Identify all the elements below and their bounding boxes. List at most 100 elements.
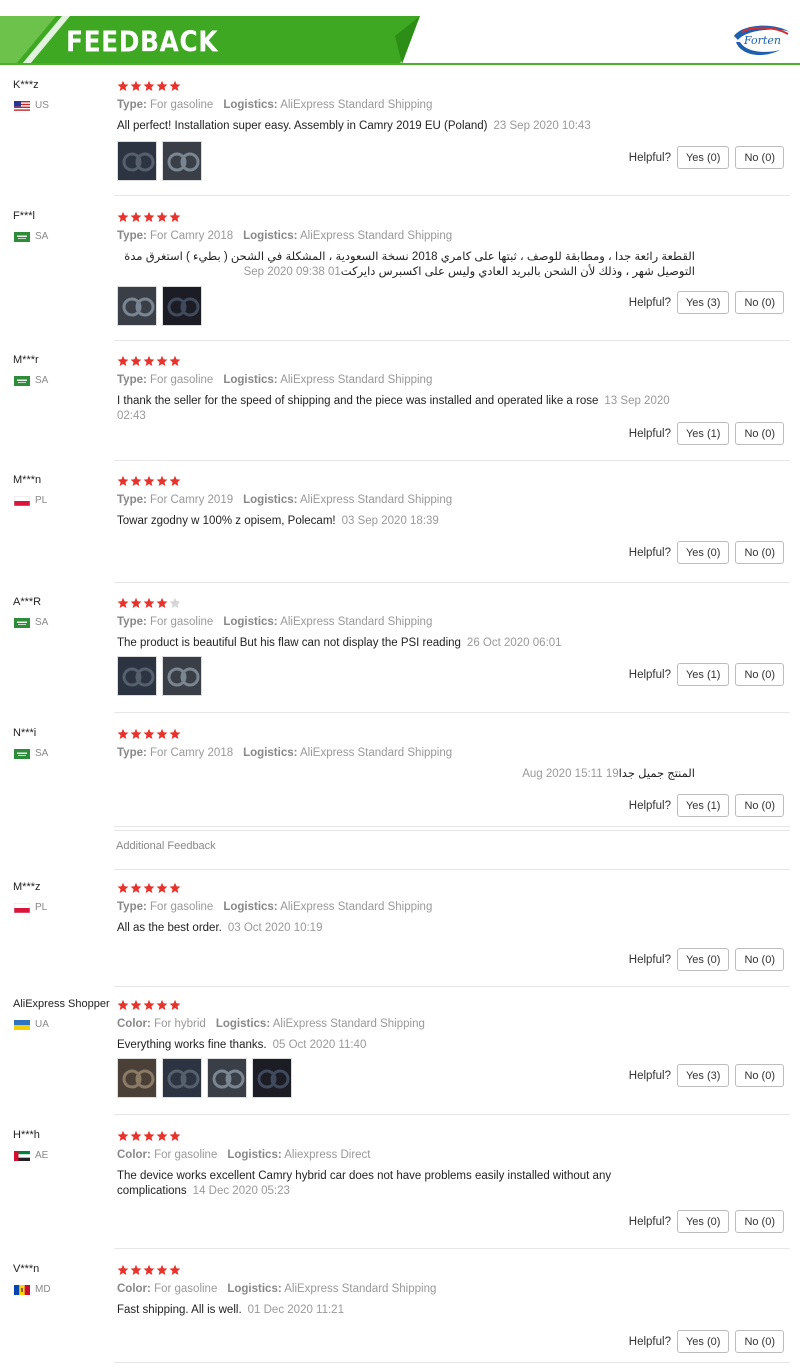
review-photo[interactable] — [117, 286, 157, 326]
review-photo[interactable] — [252, 1058, 292, 1098]
attr-label: Type: — [117, 901, 147, 913]
review-body: All as the best order. — [117, 922, 222, 934]
helpful-yes-button[interactable]: Yes (0) — [676, 1210, 730, 1233]
helpful-label: Helpful? — [628, 1215, 671, 1228]
helpful-yes-button[interactable]: Yes (1) — [676, 794, 730, 817]
star-icon — [169, 80, 181, 91]
star-icon — [156, 882, 168, 893]
star-icon — [130, 211, 142, 222]
review-photo[interactable] — [162, 141, 202, 181]
star-icon — [130, 1264, 142, 1275]
reviewer-country: PL — [14, 495, 47, 506]
helpful-controls: Helpful? Yes (0) No (0) — [629, 146, 784, 169]
helpful-controls: Helpful? Yes (0) No (0) — [629, 541, 784, 564]
star-icon — [117, 1264, 129, 1275]
star-rating — [117, 1130, 181, 1142]
review-photo[interactable] — [162, 286, 202, 326]
attr-value: For gasoline — [150, 99, 214, 111]
helpful-no-button[interactable]: No (0) — [735, 948, 784, 971]
review-body: Fast shipping. All is well. — [117, 1304, 242, 1316]
reviewer-name: H***h — [13, 1129, 40, 1141]
country-code: SA — [35, 375, 49, 386]
svg-text:Forten: Forten — [743, 34, 781, 47]
star-icon — [169, 1264, 181, 1275]
review-text: Everything works fine thanks. 05 Oct 2020… — [117, 1038, 697, 1053]
review-item: M***z PL Type: For gasoline Logistics: AliE… — [0, 881, 800, 987]
helpful-controls: Helpful? Yes (1) No (0) — [629, 794, 784, 817]
review-meta: Color: For hybrid Logistics: AliExpress S… — [117, 1018, 425, 1030]
review-photo[interactable] — [162, 1058, 202, 1098]
additional-feedback-label: Additional Feedback — [116, 840, 216, 852]
country-code: SA — [35, 231, 49, 242]
star-icon — [169, 597, 181, 608]
flag-icon — [14, 495, 30, 506]
country-code: SA — [35, 748, 49, 759]
header-rule — [0, 63, 800, 65]
country-code: US — [35, 100, 49, 111]
helpful-yes-button[interactable]: Yes (0) — [676, 146, 730, 169]
helpful-no-button[interactable]: No (0) — [735, 422, 784, 445]
review-photo[interactable] — [117, 656, 157, 696]
logistics-label: Logistics: — [223, 99, 278, 111]
helpful-no-button[interactable]: No (0) — [735, 794, 784, 817]
helpful-yes-button[interactable]: Yes (3) — [676, 291, 730, 314]
review-text: Towar zgodny w 100% z opisem, Polecam! 03… — [117, 514, 697, 529]
star-icon — [143, 355, 155, 366]
review-date: 05 Oct 2020 11:40 — [272, 1039, 367, 1051]
review-item: F***l SA Type: For Camry 2018 Logistics: Al… — [0, 210, 800, 341]
star-icon — [156, 999, 168, 1010]
divider — [114, 986, 790, 987]
helpful-no-button[interactable]: No (0) — [735, 541, 784, 564]
review-item: A***R SA Type: For gasoline Logistics: AliE… — [0, 596, 800, 713]
helpful-label: Helpful? — [628, 1069, 671, 1082]
review-text: The device works excellent Camry hybrid … — [117, 1169, 697, 1199]
star-icon — [169, 1130, 181, 1141]
attr-label: Type: — [117, 99, 147, 111]
reviewer-name: M***n — [13, 474, 42, 486]
attr-label: Color: — [117, 1283, 151, 1295]
helpful-no-button[interactable]: No (0) — [735, 146, 784, 169]
review-photo[interactable] — [117, 1058, 157, 1098]
reviewer-name: A***R — [13, 596, 42, 608]
review-date: 01 Sep 2020 09:38 — [243, 266, 341, 278]
helpful-no-button[interactable]: No (0) — [735, 1330, 784, 1353]
helpful-yes-button[interactable]: Yes (1) — [676, 663, 730, 686]
star-rating — [117, 211, 181, 223]
helpful-yes-button[interactable]: Yes (0) — [676, 948, 730, 971]
review-photos — [117, 656, 202, 696]
attr-value: For gasoline — [154, 1283, 218, 1295]
helpful-yes-button[interactable]: Yes (1) — [676, 422, 730, 445]
logistics-label: Logistics: — [223, 374, 278, 386]
review-photos — [117, 1058, 292, 1098]
star-icon — [130, 1130, 142, 1141]
star-icon — [143, 1264, 155, 1275]
star-icon — [169, 355, 181, 366]
helpful-no-button[interactable]: No (0) — [735, 1064, 784, 1087]
star-icon — [130, 999, 142, 1010]
review-text: القطعة رائعة جدا ، ومطابقة للوصف ، ثبتها… — [117, 250, 695, 280]
review-meta: Type: For Camry 2018 Logistics: AliExpres… — [117, 747, 452, 759]
star-icon — [117, 1130, 129, 1141]
star-rating — [117, 1264, 181, 1276]
attr-value: For hybrid — [154, 1018, 206, 1030]
star-icon — [130, 882, 142, 893]
review-meta: Type: For Camry 2018 Logistics: AliExpres… — [117, 230, 452, 242]
helpful-no-button[interactable]: No (0) — [735, 663, 784, 686]
helpful-no-button[interactable]: No (0) — [735, 291, 784, 314]
attr-label: Color: — [117, 1018, 151, 1030]
flag-icon — [14, 617, 30, 628]
star-icon — [156, 1264, 168, 1275]
flag-icon — [14, 902, 30, 913]
divider — [114, 1114, 790, 1115]
review-photo[interactable] — [207, 1058, 247, 1098]
helpful-yes-button[interactable]: Yes (0) — [676, 541, 730, 564]
review-photo[interactable] — [162, 656, 202, 696]
star-rating — [117, 999, 181, 1011]
helpful-no-button[interactable]: No (0) — [735, 1210, 784, 1233]
helpful-yes-button[interactable]: Yes (3) — [676, 1064, 730, 1087]
helpful-yes-button[interactable]: Yes (0) — [676, 1330, 730, 1353]
review-body: Towar zgodny w 100% z opisem, Polecam! — [117, 515, 336, 527]
divider — [114, 826, 790, 827]
flag-icon — [14, 748, 30, 759]
review-photo[interactable] — [117, 141, 157, 181]
